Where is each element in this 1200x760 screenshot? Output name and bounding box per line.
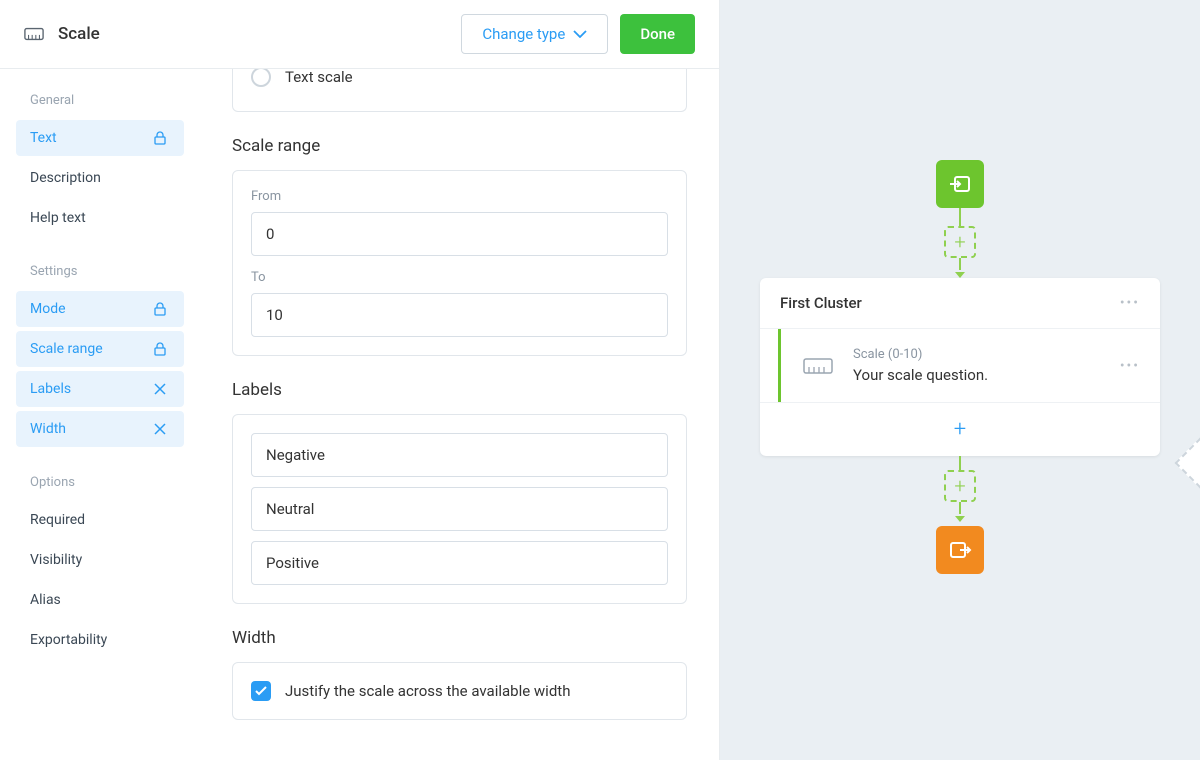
from-input[interactable] — [251, 212, 668, 256]
section-title-width: Width — [232, 628, 687, 648]
main-form: Numeric scale Numeric scale Text scale S… — [200, 69, 719, 760]
cluster-menu-icon[interactable]: ••• — [1120, 295, 1140, 311]
close-icon[interactable] — [154, 381, 170, 397]
checkbox-icon — [251, 681, 271, 701]
to-input[interactable] — [251, 293, 668, 337]
question-row[interactable]: Scale (0-10) Your scale question. ••• — [778, 329, 1160, 402]
cluster-title: First Cluster — [780, 294, 862, 312]
label-input-2[interactable] — [251, 541, 668, 585]
label-input-0[interactable] — [251, 433, 668, 477]
question-menu-icon[interactable]: ••• — [1120, 358, 1140, 374]
scale-icon — [801, 358, 835, 374]
cluster-card[interactable]: First Cluster ••• Scale (0-10) Your scal… — [760, 278, 1160, 456]
sidebar-item-label: Help text — [30, 210, 86, 226]
question-type: Scale (0-10) — [853, 347, 1102, 362]
radio-label: Text scale — [285, 69, 353, 86]
sidebar-item-label: Exportability — [30, 632, 107, 648]
done-label: Done — [640, 25, 675, 43]
branch-slot[interactable] — [1175, 438, 1200, 489]
to-label: To — [251, 270, 668, 285]
nav-group-settings: Settings — [16, 264, 184, 279]
sidebar-item-width[interactable]: Width — [16, 411, 184, 447]
label-input-1[interactable] — [251, 487, 668, 531]
section-title-range: Scale range — [232, 136, 687, 156]
radio-text-scale[interactable]: Text scale — [251, 69, 668, 93]
sidebar: General Text Description Help text Setti… — [0, 69, 200, 760]
from-label: From — [251, 189, 668, 204]
sidebar-item-mode[interactable]: Mode — [16, 291, 184, 327]
sidebar-item-required[interactable]: Required — [16, 502, 184, 538]
add-question-button[interactable]: + — [760, 402, 1160, 456]
section-title-labels: Labels — [232, 380, 687, 400]
lock-icon — [154, 301, 170, 317]
sidebar-item-labels[interactable]: Labels — [16, 371, 184, 407]
nav-group-options: Options — [16, 475, 184, 490]
change-type-button[interactable]: Change type — [461, 14, 608, 54]
add-node-button[interactable]: + — [944, 226, 976, 258]
sidebar-item-label: Description — [30, 170, 101, 186]
page-title: Scale — [58, 24, 100, 44]
sidebar-item-alias[interactable]: Alias — [16, 582, 184, 618]
plus-icon: + — [954, 417, 966, 442]
sidebar-item-visibility[interactable]: Visibility — [16, 542, 184, 578]
sidebar-item-scale-range[interactable]: Scale range — [16, 331, 184, 367]
sidebar-item-label: Labels — [30, 381, 71, 397]
sidebar-item-label: Alias — [30, 592, 61, 608]
scale-icon — [24, 27, 44, 41]
flow-canvas[interactable]: + First Cluster ••• Scale (0-10) Your sc… — [720, 0, 1200, 760]
done-button[interactable]: Done — [620, 14, 695, 54]
sidebar-item-label: Required — [30, 512, 85, 528]
radio-icon — [251, 69, 271, 87]
lock-icon — [154, 130, 170, 146]
nav-group-general: General — [16, 93, 184, 108]
lock-icon — [154, 341, 170, 357]
add-node-button[interactable]: + — [944, 470, 976, 502]
close-icon[interactable] — [154, 421, 170, 437]
start-node[interactable] — [936, 160, 984, 208]
sidebar-item-text[interactable]: Text — [16, 120, 184, 156]
checkbox-label: Justify the scale across the available w… — [285, 682, 570, 700]
editor-header: Scale Change type Done — [0, 0, 719, 69]
sidebar-item-help-text[interactable]: Help text — [16, 200, 184, 236]
chevron-down-icon — [573, 30, 587, 38]
end-node[interactable] — [936, 526, 984, 574]
sidebar-item-label: Scale range — [30, 341, 103, 357]
sidebar-item-label: Visibility — [30, 552, 82, 568]
sidebar-item-description[interactable]: Description — [16, 160, 184, 196]
justify-checkbox-row[interactable]: Justify the scale across the available w… — [251, 681, 668, 701]
sidebar-item-label: Text — [30, 130, 57, 146]
question-text: Your scale question. — [853, 366, 1102, 384]
sidebar-item-label: Mode — [30, 301, 66, 317]
change-type-label: Change type — [482, 25, 565, 43]
sidebar-item-exportability[interactable]: Exportability — [16, 622, 184, 658]
sidebar-item-label: Width — [30, 421, 66, 437]
